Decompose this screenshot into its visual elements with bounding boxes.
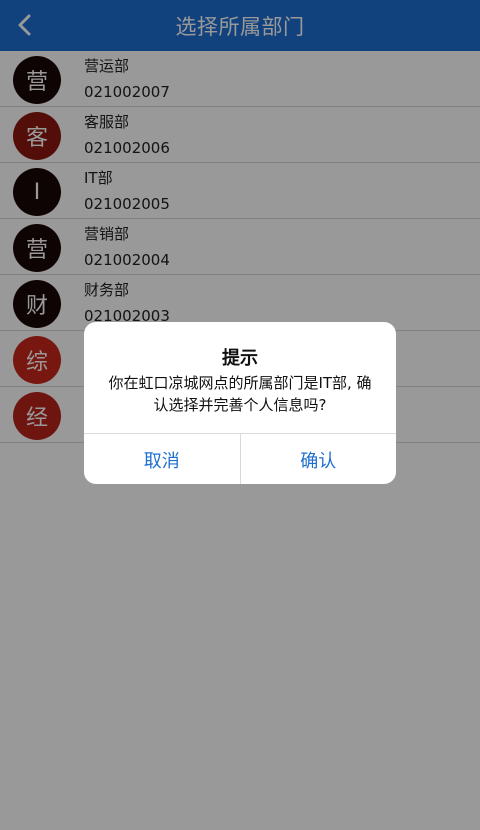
confirm-button[interactable]: 确认 [239,434,397,484]
dialog-title: 提示 [222,348,258,369]
confirm-dialog: 提示 你在虹口凉城网点的所属部门是IT部, 确认选择并完善个人信息吗? 取消 确… [84,322,396,484]
dialog-message: 你在虹口凉城网点的所属部门是IT部, 确认选择并完善个人信息吗? [108,374,372,414]
cancel-button[interactable]: 取消 [84,434,240,484]
dialog-actions: 取消 确认 [84,433,396,484]
